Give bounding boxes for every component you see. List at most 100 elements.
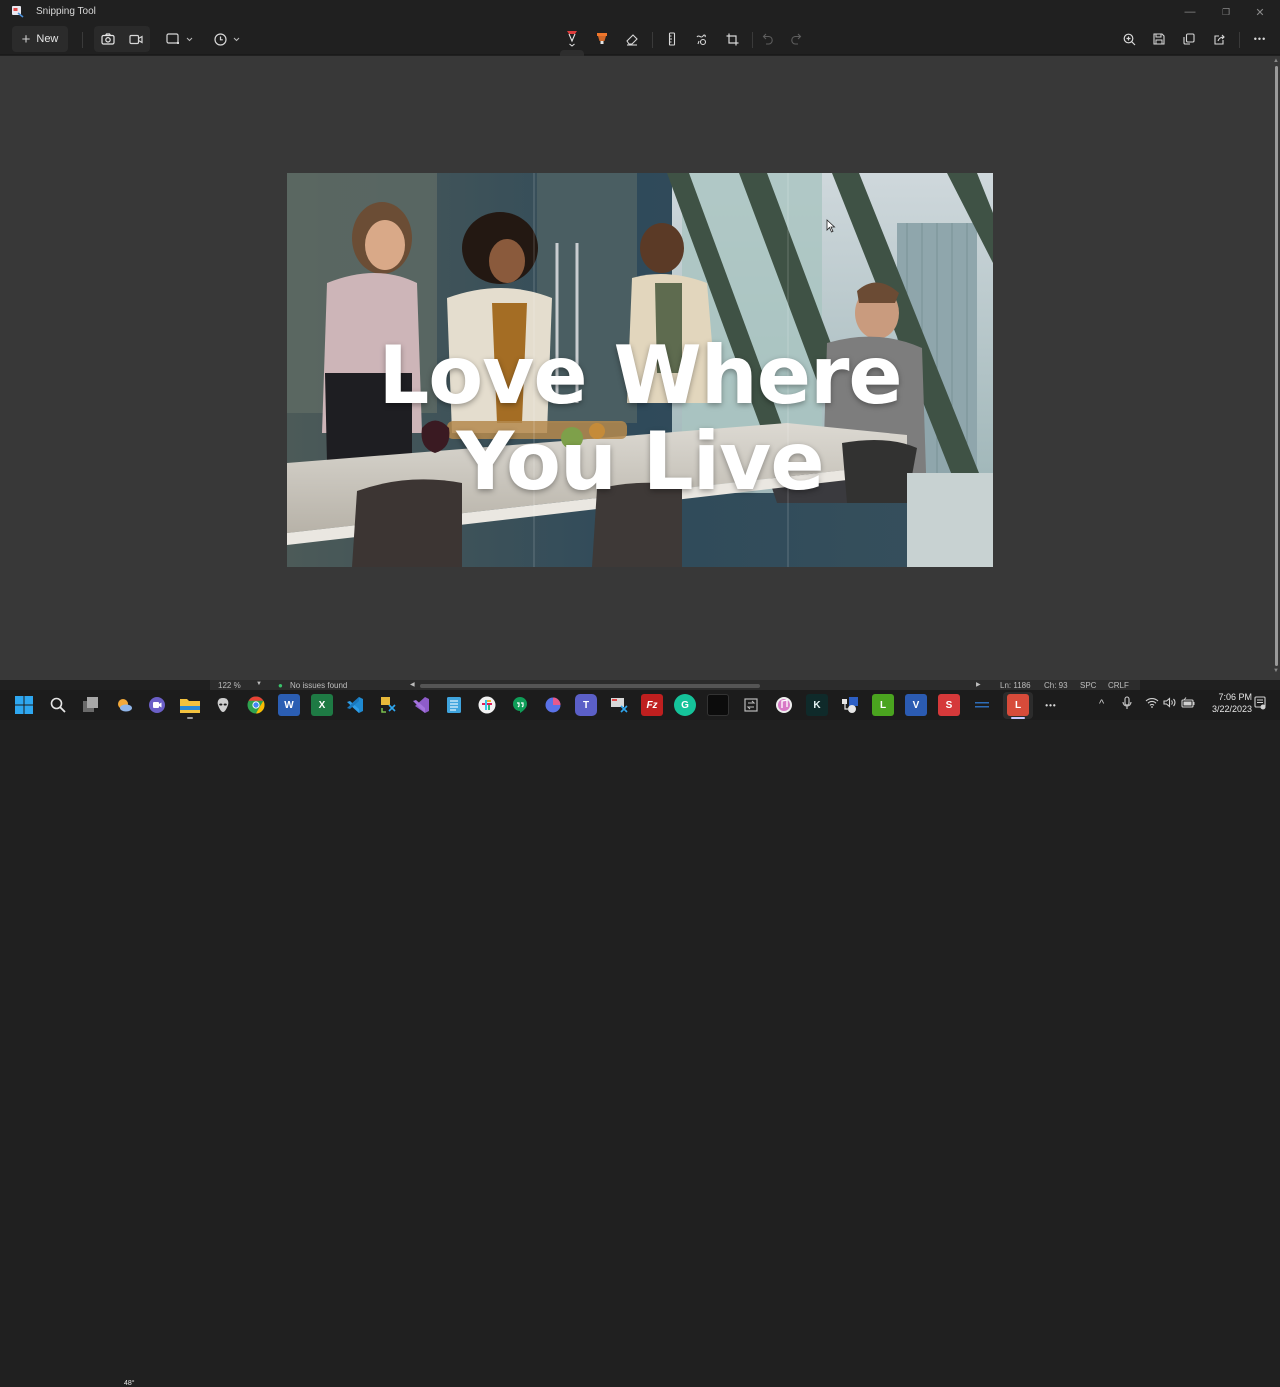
scroll-down-arrow[interactable]: ▼ — [1273, 668, 1279, 674]
running-indicator — [187, 717, 193, 719]
toolbar-divider — [82, 32, 83, 48]
editor-line-number: Ln: 1186 — [1000, 681, 1031, 690]
blue-app-icon[interactable] — [971, 694, 993, 716]
check-circle-icon: ● — [278, 681, 283, 690]
minimize-button[interactable]: — — [1175, 4, 1205, 20]
teams-chat-icon[interactable] — [146, 694, 168, 716]
vertical-scrollbar[interactable] — [1275, 66, 1278, 666]
mouse-pointer-icon — [826, 219, 836, 233]
more-options-button[interactable]: ••• — [1248, 26, 1272, 52]
save-icon[interactable] — [1149, 26, 1169, 52]
remote-desktop-icon[interactable] — [608, 694, 630, 716]
pen-icon[interactable] — [562, 26, 582, 52]
terminal-icon[interactable] — [707, 694, 729, 716]
close-button[interactable]: ✕ — [1245, 4, 1275, 20]
person-man-center — [640, 223, 684, 273]
search-icon[interactable] — [47, 694, 69, 716]
headline-line-2: You Live — [456, 415, 824, 508]
tray-chevron-up-icon[interactable]: ^ — [1099, 698, 1104, 710]
toolbar-divider — [752, 32, 753, 48]
wifi-icon[interactable] — [1145, 697, 1159, 711]
visual-studio-icon[interactable] — [410, 694, 432, 716]
camera-icon[interactable] — [96, 26, 120, 52]
touch-writing-icon[interactable] — [692, 26, 712, 52]
taskbar: 48° W X T Fz G K L V S L ••• ^ — [0, 690, 1280, 1387]
l-green-icon[interactable]: L — [872, 694, 894, 716]
grammarly-icon[interactable]: G — [674, 694, 696, 716]
clock-icon — [214, 32, 227, 46]
editor-zoom-level[interactable]: 122 % — [218, 681, 241, 690]
system-clock[interactable]: 7:06 PM 3/22/2023 — [1200, 691, 1252, 715]
battery-icon[interactable] — [1181, 697, 1195, 711]
snip-sketch-icon[interactable] — [377, 694, 399, 716]
captured-screenshot-image[interactable]: Love Where You Live — [287, 173, 993, 567]
active-app-indicator — [1011, 717, 1025, 719]
rectangle-snip-icon — [165, 33, 180, 45]
editor-indent-mode[interactable]: SPC — [1080, 681, 1096, 690]
word-icon[interactable]: W — [278, 694, 300, 716]
window-title: Snipping Tool — [36, 6, 96, 17]
undo-icon[interactable] — [758, 26, 778, 52]
taskbar-overflow-button[interactable]: ••• — [1040, 694, 1062, 716]
clock-date: 3/22/2023 — [1211, 704, 1252, 714]
clock-time: 7:06 PM — [1218, 692, 1252, 702]
plus-icon: + — [21, 30, 31, 48]
windows-start-icon[interactable] — [13, 694, 35, 716]
notepad-icon[interactable] — [443, 694, 465, 716]
chevron-down-icon[interactable]: ▼ — [256, 681, 262, 687]
toolbar-divider — [652, 32, 653, 48]
copilot-icon[interactable] — [542, 694, 564, 716]
folder-icon[interactable] — [179, 694, 201, 716]
notification-icon[interactable] — [1254, 696, 1266, 713]
editor-issues-status[interactable]: No issues found — [290, 681, 347, 690]
hangouts-icon[interactable] — [509, 694, 531, 716]
maximize-button[interactable]: ❐ — [1211, 4, 1241, 20]
ruler-icon[interactable] — [662, 26, 682, 52]
vscode-icon[interactable] — [344, 694, 366, 716]
weather-temperature: 48° — [124, 1380, 135, 1387]
zoom-in-icon[interactable] — [1119, 26, 1139, 52]
eraser-icon[interactable] — [622, 26, 642, 52]
scroll-up-arrow[interactable]: ▲ — [1273, 58, 1279, 64]
k-app-icon[interactable]: K — [806, 694, 828, 716]
redo-icon[interactable] — [786, 26, 806, 52]
filezilla-icon[interactable]: Fz — [641, 694, 663, 716]
copy-icon[interactable] — [1179, 26, 1199, 52]
delay-dropdown[interactable] — [208, 26, 246, 52]
crop-icon[interactable] — [722, 26, 742, 52]
scroll-right-arrow[interactable]: ▶ — [976, 681, 981, 688]
chevron-down-icon — [186, 37, 193, 42]
microphone-icon[interactable] — [1122, 696, 1132, 713]
weather-icon[interactable] — [114, 694, 136, 716]
toolbar: + New ••• — [0, 24, 1280, 77]
scroll-left-arrow[interactable]: ◀ — [410, 681, 415, 688]
toolbar-divider — [1239, 32, 1240, 48]
editor-line-ending[interactable]: CRLF — [1108, 681, 1129, 690]
alien-icon[interactable] — [212, 694, 234, 716]
visio-icon[interactable]: V — [905, 694, 927, 716]
task-view-icon[interactable] — [80, 694, 102, 716]
headline-line-1: Love Where — [378, 329, 902, 422]
headline-overlay: Love Where You Live — [287, 333, 993, 505]
network-icon[interactable] — [839, 694, 861, 716]
l-red-icon[interactable]: L — [1007, 694, 1029, 716]
chrome-icon[interactable] — [245, 694, 267, 716]
snipping-tool-app-icon — [11, 5, 24, 18]
volume-icon[interactable] — [1163, 697, 1177, 711]
slack-icon[interactable] — [476, 694, 498, 716]
video-camera-icon[interactable] — [124, 26, 148, 52]
share-icon[interactable] — [1209, 26, 1229, 52]
itunes-icon[interactable] — [773, 694, 795, 716]
snipping-tool-icon[interactable] — [740, 694, 762, 716]
excel-icon[interactable]: X — [311, 694, 333, 716]
editor-column-number: Ch: 93 — [1044, 681, 1068, 690]
teams-icon[interactable]: T — [575, 694, 597, 716]
title-bar: Snipping Tool — ❐ ✕ — [0, 0, 1280, 24]
snip-shape-dropdown[interactable] — [160, 26, 198, 52]
highlighter-icon[interactable] — [592, 26, 612, 52]
s-red-icon[interactable]: S — [938, 694, 960, 716]
horizontal-scrollbar[interactable] — [420, 684, 760, 688]
new-button[interactable]: + New — [12, 26, 68, 52]
chevron-down-icon — [233, 37, 240, 42]
new-button-label: New — [36, 33, 59, 45]
